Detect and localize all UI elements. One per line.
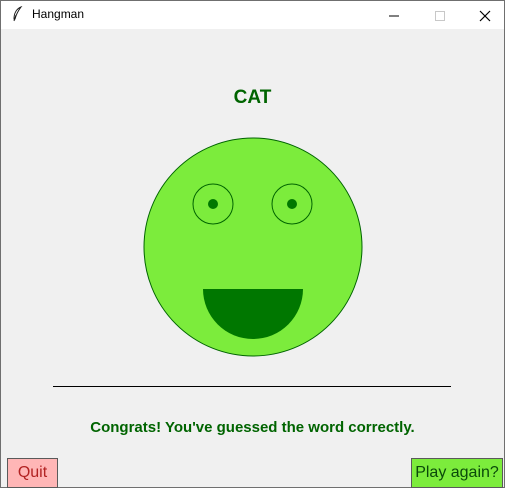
quit-button[interactable]: Quit <box>7 458 58 488</box>
result-message: Congrats! You've guessed the word correc… <box>90 419 415 436</box>
minimize-button[interactable] <box>371 1 417 29</box>
right-pupil <box>287 199 297 209</box>
maximize-button[interactable] <box>417 1 463 29</box>
window-title: Hangman <box>32 7 85 21</box>
close-button[interactable] <box>462 1 505 29</box>
left-pupil <box>208 199 218 209</box>
smiley-face <box>143 137 363 357</box>
minimize-icon <box>389 15 399 17</box>
feather-icon <box>10 5 26 22</box>
title-bar[interactable]: Hangman <box>1 1 504 29</box>
close-icon <box>479 10 491 22</box>
guessed-word: CAT <box>233 87 272 108</box>
divider-line <box>53 386 451 387</box>
play-again-button[interactable]: Play again? <box>411 458 503 488</box>
maximize-icon <box>435 11 445 21</box>
hangman-window: Hangman CAT Congrats! You've guessed the <box>0 0 505 488</box>
